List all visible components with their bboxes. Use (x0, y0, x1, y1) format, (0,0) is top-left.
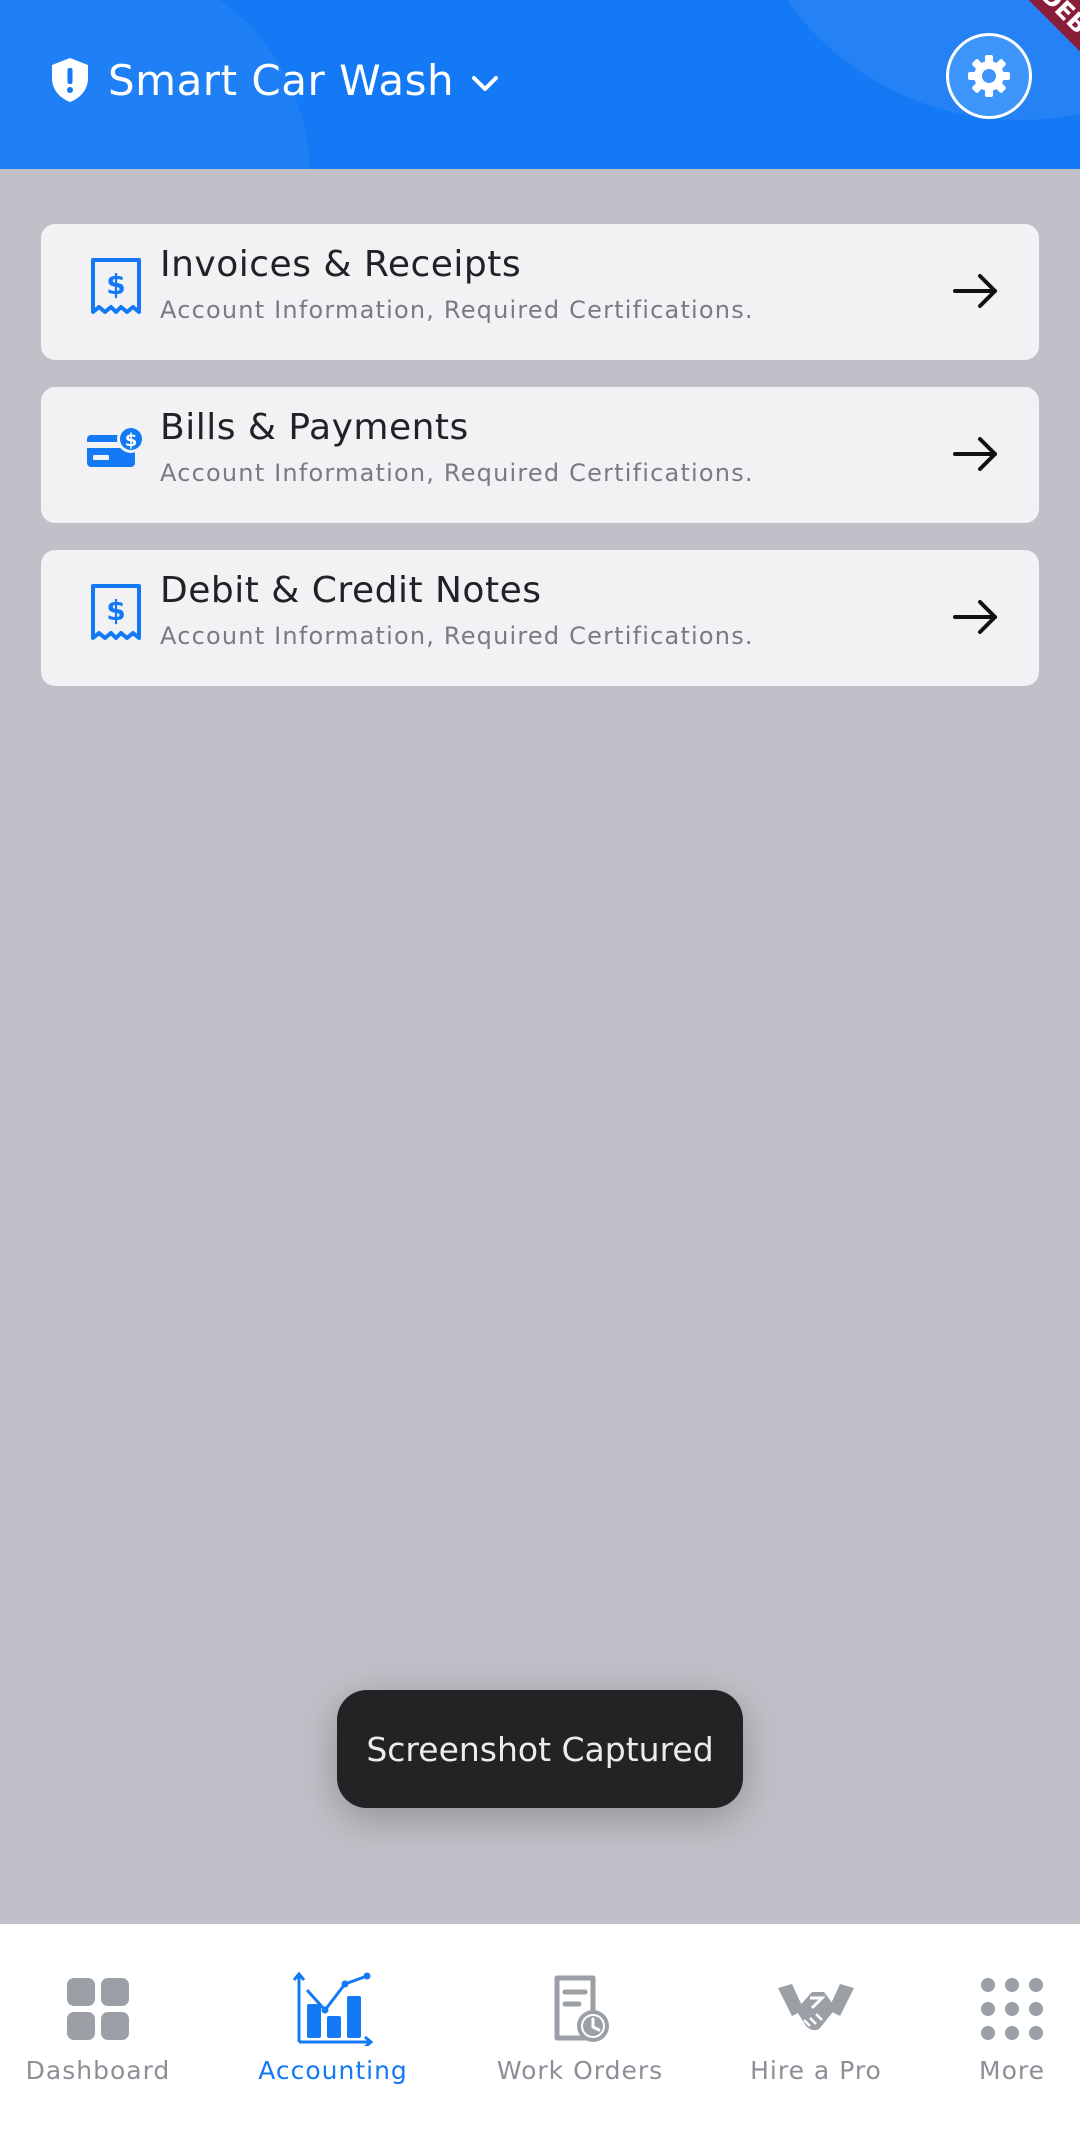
arrow-right-icon (953, 600, 997, 634)
card-title: Invoices & Receipts (160, 244, 522, 285)
nav-item-more[interactable]: More (966, 1924, 1058, 2134)
nav-label: Accounting (258, 2056, 408, 2085)
nav-item-work-orders[interactable]: Work Orders (494, 1924, 666, 2134)
document-clock-icon (554, 1975, 609, 2042)
chart-icon (292, 1971, 374, 2046)
arrow-right-icon (953, 274, 997, 308)
gear-icon (968, 55, 1010, 97)
nav-item-hire-a-pro[interactable]: Hire a Pro (744, 1924, 888, 2134)
receipt-dollar-icon: $ (91, 584, 141, 640)
shield-alert-icon (52, 58, 88, 102)
handshake-icon (778, 1984, 854, 2031)
app-header: Smart Car Wash DEBUG (0, 0, 1080, 169)
card-subtitle: Account Information, Required Certificat… (160, 296, 754, 324)
invoices-receipts-card[interactable]: $ Invoices & Receipts Account Informatio… (41, 224, 1039, 360)
card-title: Debit & Credit Notes (160, 570, 542, 611)
debit-credit-notes-card[interactable]: $ Debit & Credit Notes Account Informati… (41, 550, 1039, 686)
receipt-dollar-icon: $ (91, 258, 141, 314)
dots-grid-icon (981, 1978, 1043, 2040)
arrow-right-icon (953, 437, 997, 471)
bottom-navigation: Dashboard Accounting Work Orders Hire a … (0, 1924, 1080, 2134)
nav-label: Work Orders (496, 2056, 664, 2085)
card-title: Bills & Payments (160, 407, 469, 448)
nav-item-dashboard[interactable]: Dashboard (18, 1924, 178, 2134)
business-name: Smart Car Wash (108, 55, 455, 105)
card-subtitle: Account Information, Required Certificat… (160, 622, 754, 650)
grid-icon (67, 1978, 129, 2040)
nav-label: More (979, 2056, 1045, 2085)
card-payment-icon: $ (87, 425, 145, 467)
settings-button[interactable] (946, 33, 1032, 119)
nav-label: Hire a Pro (750, 2056, 882, 2085)
svg-text:$: $ (125, 430, 138, 451)
nav-item-accounting[interactable]: Accounting (250, 1924, 416, 2134)
nav-label: Dashboard (25, 2056, 171, 2085)
business-selector[interactable]: Smart Car Wash (48, 52, 502, 108)
svg-text:$: $ (106, 268, 125, 301)
svg-text:$: $ (106, 594, 125, 627)
bills-payments-card[interactable]: $ Bills & Payments Account Information, … (41, 387, 1039, 523)
toast-message: Screenshot Captured (337, 1690, 743, 1808)
chevron-down-icon (472, 76, 499, 91)
card-subtitle: Account Information, Required Certificat… (160, 459, 754, 487)
